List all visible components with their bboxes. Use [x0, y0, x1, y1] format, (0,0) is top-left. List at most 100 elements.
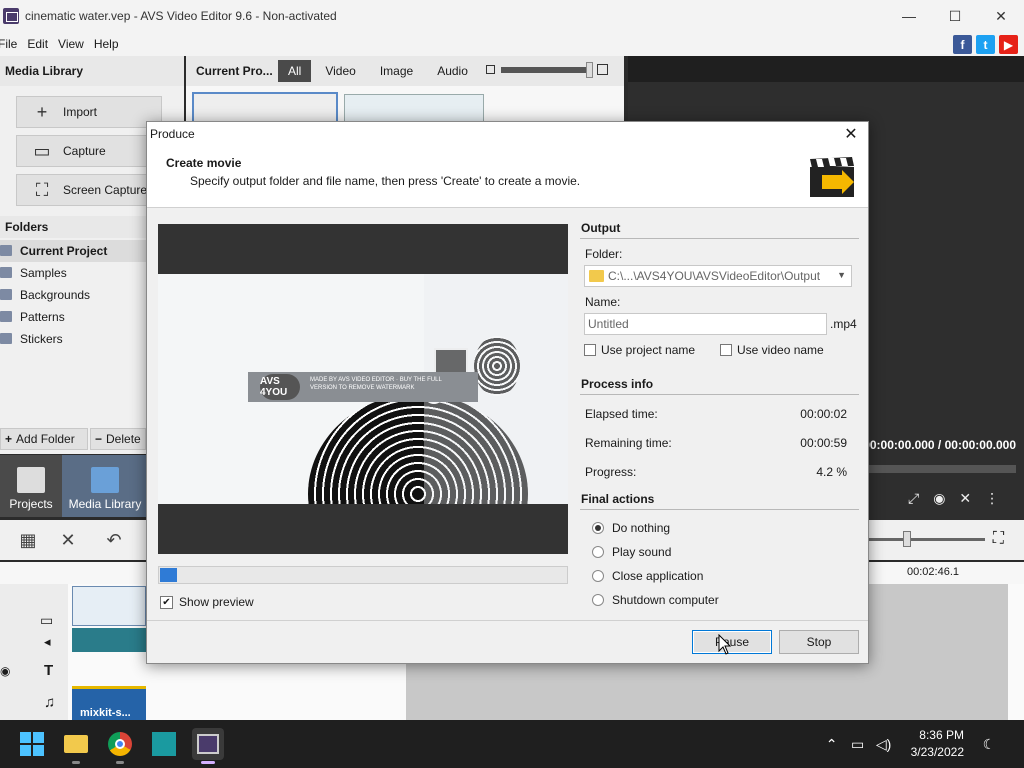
delete-label: Delete	[106, 432, 141, 446]
watermark-text: MADE BY AVS VIDEO EDITOR · BUY THE FULL …	[310, 377, 442, 391]
plus-icon: +	[5, 432, 13, 446]
progress-row: Progress: 4.2 %	[580, 457, 859, 486]
clapperboard-icon	[810, 157, 854, 197]
current-project-label: Current Pro...	[196, 64, 273, 78]
facebook-icon[interactable]: f	[953, 35, 972, 54]
tab-projects[interactable]: Projects	[0, 455, 62, 517]
radio-close-application[interactable]: Close application	[580, 564, 859, 588]
mute-icon[interactable]: ✕	[959, 490, 971, 507]
file-name-input[interactable]: Untitled	[584, 313, 827, 335]
snapshot-icon[interactable]: ◉	[933, 490, 945, 507]
use-video-name-checkbox[interactable]: Use video name	[720, 343, 856, 357]
text-track-icon: T	[44, 662, 54, 679]
preview-seek-bar[interactable]	[868, 465, 1016, 473]
network-icon[interactable]: ▭	[847, 736, 869, 753]
avs-editor-taskbar[interactable]	[192, 728, 224, 764]
radio-icon	[592, 594, 604, 606]
import-button[interactable]: + Import	[16, 96, 162, 128]
use-project-name-label: Use project name	[601, 343, 696, 357]
radio-play-sound[interactable]: Play sound	[580, 540, 859, 564]
window-titlebar: cinematic water.vep - AVS Video Editor 9…	[0, 0, 1024, 32]
fullscreen-icon[interactable]: ⤢	[908, 490, 919, 507]
zoom-track	[501, 61, 593, 78]
more-icon[interactable]: ⋮	[985, 490, 999, 507]
preview-frame: AVS 4YOU MADE BY AVS VIDEO EDITOR · BUY …	[158, 274, 568, 504]
delete-folder-button[interactable]: − Delete	[90, 428, 146, 450]
folder-label: Folder:	[585, 247, 623, 261]
import-label: Import	[63, 105, 98, 119]
dialog-close-button[interactable]: ✕	[840, 123, 862, 145]
chrome-taskbar[interactable]	[104, 728, 136, 764]
youtube-icon[interactable]: ▶	[999, 35, 1018, 54]
storyboard-icon[interactable]: ▦	[16, 528, 40, 552]
use-project-name-checkbox[interactable]: Use project name	[584, 343, 720, 357]
eye-icon[interactable]: ◉	[0, 664, 10, 678]
filter-tab-all[interactable]: All	[278, 60, 312, 82]
menu-file[interactable]: File	[0, 37, 23, 51]
folder-icon	[589, 270, 604, 282]
remaining-value: 00:00:59	[800, 435, 847, 450]
timeline-zoom-thumb[interactable]	[902, 530, 911, 547]
close-window-button[interactable]: ✕	[978, 0, 1024, 32]
dialog-footer: Pause Stop	[147, 620, 868, 663]
final-actions-group: Do nothing Play sound Close application …	[580, 516, 859, 612]
process-info: Elapsed time: 00:00:02 Remaining time: 0…	[580, 399, 859, 486]
dialog-titlebar: Produce ✕	[147, 122, 868, 146]
undo-icon[interactable]: ↶	[102, 528, 126, 552]
volume-icon[interactable]: ◁)	[873, 736, 895, 753]
avs-icon	[197, 734, 219, 754]
capture-button[interactable]: ▭ Capture	[16, 135, 162, 167]
add-folder-button[interactable]: + Add Folder	[0, 428, 88, 450]
watermark-banner: AVS 4YOU MADE BY AVS VIDEO EDITOR · BUY …	[248, 372, 478, 402]
final-actions-title: Final actions	[580, 492, 859, 510]
menu-view[interactable]: View	[58, 37, 90, 51]
twitter-icon[interactable]: t	[976, 35, 995, 54]
stop-button[interactable]: Stop	[779, 630, 859, 654]
delete-icon[interactable]: ✕	[56, 528, 80, 552]
radio-shutdown-computer[interactable]: Shutdown computer	[580, 588, 859, 612]
notification-icon[interactable]: ☾	[978, 736, 1000, 753]
taskbar-clock[interactable]: 8:36 PM 3/23/2022	[911, 727, 964, 761]
large-square-icon	[597, 64, 608, 75]
radio-do-nothing[interactable]: Do nothing	[580, 516, 859, 540]
chrome-icon	[108, 732, 132, 756]
menu-help[interactable]: Help	[94, 37, 125, 51]
chevron-up-icon[interactable]: ⌃	[821, 736, 843, 753]
start-button[interactable]	[16, 728, 48, 760]
screen-capture-button[interactable]: ⛶ Screen Capture	[16, 174, 162, 206]
window-controls: — ☐ ✕	[886, 0, 1024, 32]
thumbnail-zoom-slider[interactable]	[486, 61, 608, 78]
progress-value: 4.2 %	[816, 464, 847, 479]
output-section-title: Output	[580, 221, 859, 239]
taskbar: ⌃ ▭ ◁) 8:36 PM 3/23/2022 ☾	[0, 720, 1024, 768]
filter-tab-audio[interactable]: Audio	[427, 60, 478, 82]
clock-date: 3/23/2022	[910, 745, 964, 759]
video-clip[interactable]	[72, 586, 146, 626]
filter-tab-video[interactable]: Video	[315, 60, 365, 82]
tab-media-library[interactable]: Media Library	[62, 455, 148, 517]
timeline-zoom-track[interactable]	[864, 530, 985, 547]
tab-projects-label: Projects	[9, 497, 53, 511]
maximize-button[interactable]: ☐	[932, 0, 978, 32]
radio-selected-icon	[592, 522, 604, 534]
minimize-button[interactable]: —	[886, 0, 932, 32]
avs4you-logo: AVS 4YOU	[260, 374, 300, 400]
minus-icon: −	[95, 432, 103, 446]
file-explorer-taskbar[interactable]	[60, 728, 92, 764]
filter-tab-image[interactable]: Image	[370, 60, 423, 82]
pause-button[interactable]: Pause	[692, 630, 772, 654]
fit-icon[interactable]: ⛶	[993, 530, 1004, 548]
running-indicator	[201, 761, 215, 764]
elapsed-value: 00:00:02	[800, 406, 847, 421]
render-preview: AVS 4YOU MADE BY AVS VIDEO EDITOR · BUY …	[158, 224, 568, 554]
show-preview-checkbox[interactable]: ✔ Show preview	[160, 595, 254, 609]
menu-edit[interactable]: Edit	[27, 37, 54, 51]
media-player-taskbar[interactable]	[148, 728, 180, 760]
radio-icon	[592, 546, 604, 558]
output-folder-select[interactable]: C:\...\AVS4YOU\AVSVideoEditor\Output ▼	[584, 265, 852, 287]
audio-waveform-clip[interactable]	[72, 628, 146, 652]
zoom-thumb[interactable]	[586, 61, 593, 78]
music-clip[interactable]: mixkit-s...	[72, 686, 146, 720]
name-row: Untitled .mp4	[584, 313, 859, 335]
speaker-icon[interactable]: ◂	[44, 634, 51, 650]
